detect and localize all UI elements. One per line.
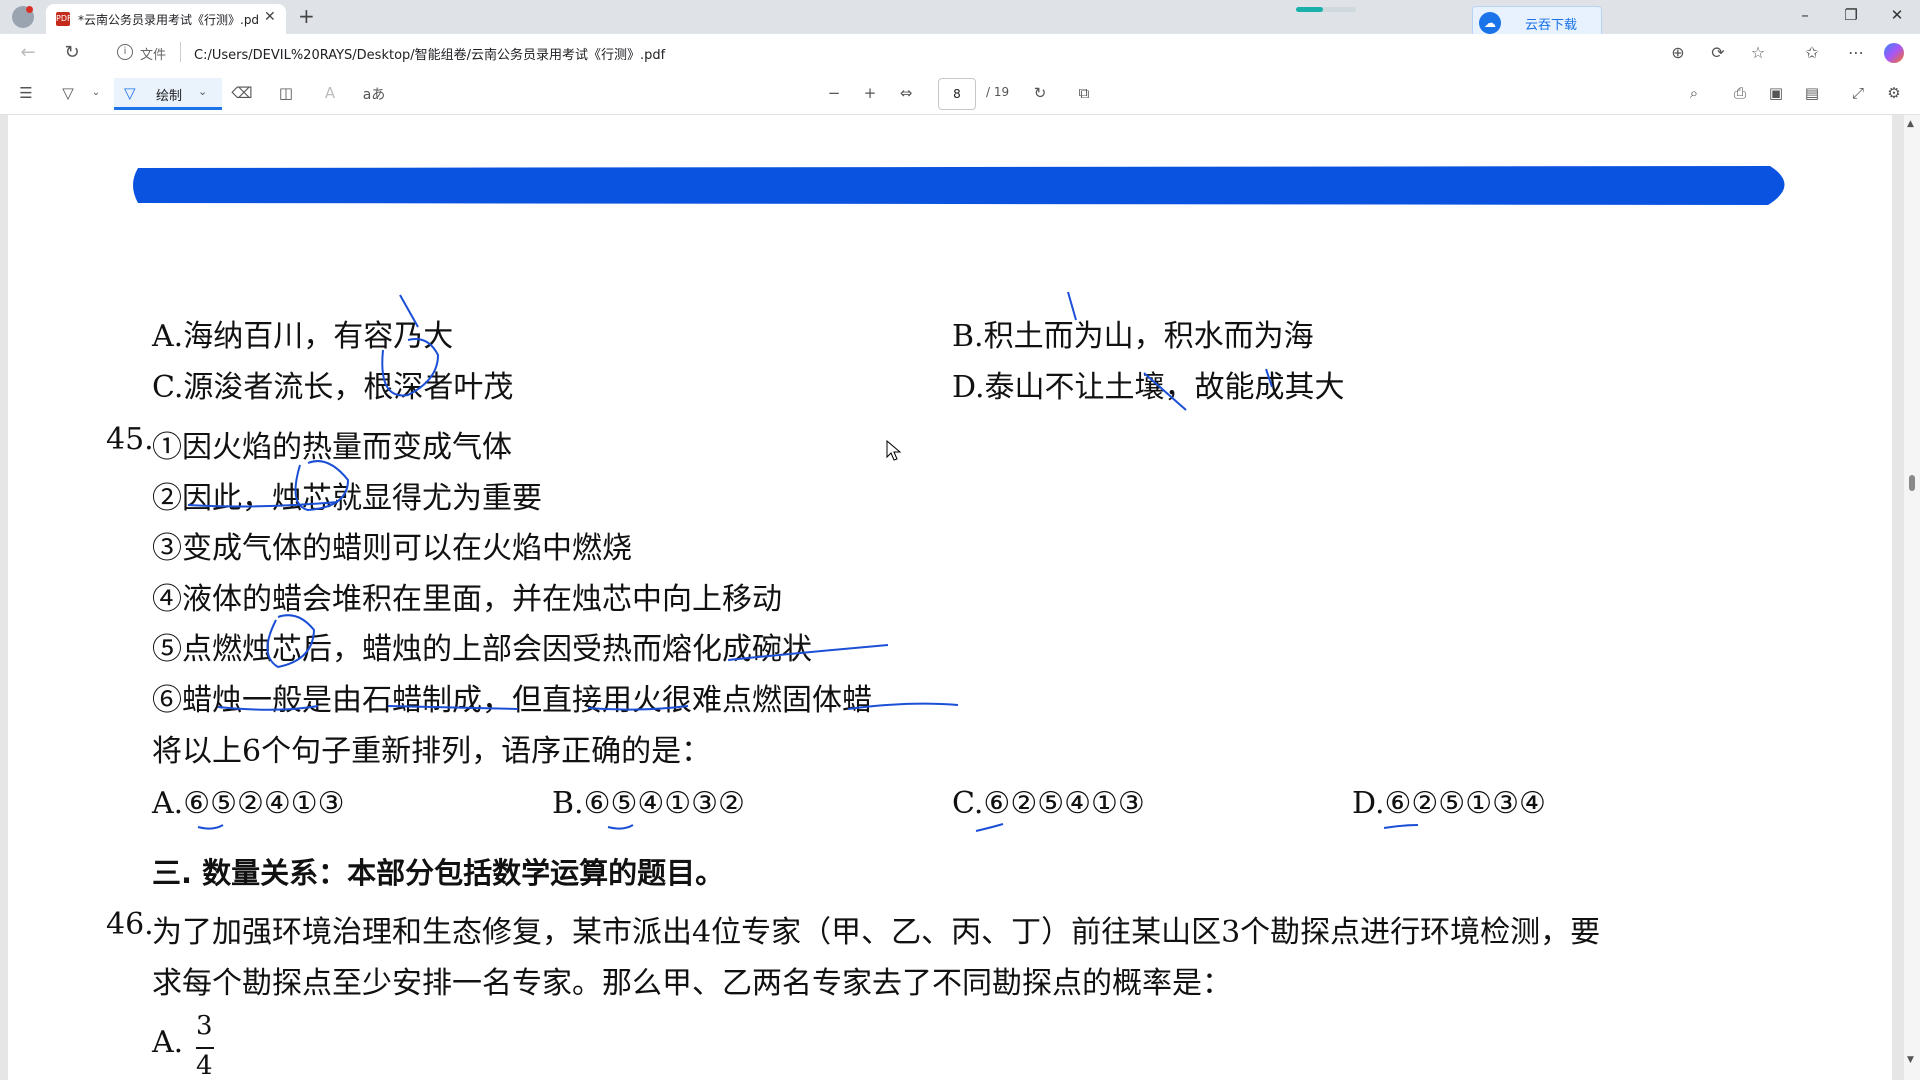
q44-option-d: D.泰山不让土壤，故能成其大	[952, 370, 1345, 405]
page-view-icon[interactable]: ◫	[274, 84, 298, 102]
page-number-input[interactable]: 8	[938, 78, 976, 110]
pdf-page: A.海纳百川，有容乃大 B.积土而为山，积水而为海 C.源浚者流长，根深者叶茂 …	[8, 115, 1892, 1080]
new-tab-button[interactable]: +	[298, 4, 315, 28]
address-bar: ← ↻ i 文件 C:/Users/DEVIL%20RAYS/Desktop/智…	[0, 34, 1920, 75]
q45-option-d: D.⑥②⑤①③④	[1352, 786, 1546, 821]
back-icon[interactable]: ←	[16, 42, 40, 63]
tab-strip: PDF *云南公务员录用考试《行测》.pdf ✕ + ☁ 云吞下载 – ❐ ✕	[0, 0, 1920, 40]
notification-dot	[26, 6, 33, 13]
download-progress-bar	[1296, 7, 1356, 12]
document-viewport[interactable]: A.海纳百川，有容乃大 B.积土而为山，积水而为海 C.源浚者流长，根深者叶茂 …	[0, 115, 1904, 1080]
section-3-heading: 三. 数量关系：本部分包括数学运算的题目。	[152, 856, 725, 890]
mouse-cursor-icon	[886, 440, 902, 461]
fraction-bar	[196, 1047, 214, 1049]
more-icon[interactable]: ⋯	[1844, 43, 1868, 62]
q45-sentence-5: ⑤点燃烛芯后，蜡烛的上部会因受热而熔化成碗状	[152, 632, 812, 667]
q46-line-1: 为了加强环境治理和生态修复，某市派出4位专家（甲、乙、丙、丁）前往某山区3个勘探…	[152, 915, 1601, 950]
page-total: / 19	[986, 85, 1010, 99]
cloud-icon: ☁	[1479, 12, 1501, 34]
search-icon[interactable]: ⌕	[1682, 84, 1706, 102]
draw-button[interactable]: ▽ 绘制 ⌄	[114, 78, 222, 110]
restore-icon[interactable]: ❐	[1836, 6, 1866, 24]
chevron-down-icon[interactable]: ⌄	[198, 85, 207, 98]
tab-title: *云南公务员录用考试《行测》.pdf	[78, 13, 258, 27]
zoom-out-button[interactable]: −	[822, 84, 846, 102]
read-aloud-button[interactable]: aあ	[362, 84, 386, 104]
q45-sentence-6: ⑥蜡烛一般是由石蜡制成，但直接用火很难点燃固体蜡	[152, 683, 872, 718]
zoom-in-button[interactable]: +	[858, 84, 882, 102]
ink-underline	[975, 823, 1004, 832]
info-icon[interactable]: i	[117, 44, 133, 60]
save-icon[interactable]: ▣	[1764, 84, 1788, 102]
pdf-file-icon: PDF	[56, 12, 72, 26]
draw-icon: ▽	[124, 84, 136, 102]
q46-option-a-label: A.	[152, 1025, 184, 1060]
fullscreen-icon[interactable]: ⤢	[1846, 84, 1870, 102]
q45-sentence-1: ①因火焰的热量而变成气体	[152, 430, 512, 465]
ink-underline	[607, 824, 634, 830]
q45-sentence-2: ②因此，烛芯就显得尤为重要	[152, 481, 542, 516]
ink-underline	[197, 824, 224, 830]
contents-icon[interactable]: ☰	[14, 84, 38, 102]
vertical-scrollbar[interactable]: ▲ ▼	[1904, 115, 1920, 1080]
zoom-icon[interactable]: ⊕	[1666, 43, 1690, 62]
scroll-down-icon[interactable]: ▼	[1907, 1055, 1914, 1065]
q45-option-b: B.⑥⑤④①③②	[552, 786, 745, 821]
pdf-toolbar: ☰ ▽ ⌄ ▽ 绘制 ⌄ ⌫ ◫ A aあ − + ⇔ 8 / 19 ↻ ⧉ ⌕…	[0, 74, 1920, 115]
browser-tab[interactable]: PDF *云南公务员录用考试《行测》.pdf ✕	[46, 4, 286, 34]
url-input[interactable]: C:/Users/DEVIL%20RAYS/Desktop/智能组卷/云南公务员…	[194, 44, 665, 63]
q44-option-b: B.积土而为山，积水而为海	[952, 319, 1314, 354]
eraser-icon[interactable]: ⌫	[230, 84, 254, 102]
text-icon[interactable]: A	[318, 84, 342, 102]
fit-width-icon[interactable]: ⇔	[894, 84, 918, 102]
settings-icon[interactable]: ⚙	[1882, 84, 1906, 102]
draw-label: 绘制	[156, 89, 183, 104]
file-scheme-label: 文件	[140, 48, 167, 63]
q44-option-a: A.海纳百川，有容乃大	[152, 319, 454, 354]
q46-option-a-numerator: 3	[196, 1011, 213, 1041]
download-progress-fill	[1296, 7, 1323, 12]
minimize-icon[interactable]: –	[1790, 6, 1820, 24]
q45-prompt: 将以上6个句子重新排列，语序正确的是：	[152, 734, 712, 769]
favorite-icon[interactable]: ☆	[1746, 43, 1770, 62]
q45-sentence-4: ④液体的蜡会堆积在里面，并在烛芯中向上移动	[152, 582, 782, 617]
save-as-icon[interactable]: ▤	[1800, 84, 1824, 102]
highlight-icon[interactable]: ▽	[56, 84, 80, 102]
highlight-chevron-icon[interactable]: ⌄	[84, 87, 108, 98]
copilot-icon[interactable]	[1884, 43, 1904, 63]
q46-number: 46.	[106, 907, 154, 942]
url-divider	[180, 42, 181, 62]
q45-option-c: C.⑥②⑤④①③	[952, 786, 1145, 821]
rotate-icon[interactable]: ↻	[1028, 84, 1052, 102]
read-aloud-icon[interactable]: ⟳	[1706, 43, 1730, 62]
q45-number: 45.	[106, 422, 154, 457]
q44-option-c: C.源浚者流长，根深者叶茂	[152, 370, 514, 405]
q45-option-a: A.⑥⑤②④①③	[152, 786, 345, 821]
cloud-download-label: 云吞下载	[1525, 18, 1578, 33]
print-icon[interactable]: ⎙	[1728, 84, 1752, 102]
q45-sentence-3: ③变成气体的蜡则可以在火焰中燃烧	[152, 531, 632, 566]
tab-close-icon[interactable]: ✕	[264, 9, 276, 25]
ink-underline	[1383, 824, 1419, 829]
scrollbar-thumb[interactable]	[1909, 475, 1915, 491]
redaction-bar	[133, 166, 1785, 205]
q46-line-2: 求每个勘探点至少安排一名专家。那么甲、乙两名专家去了不同勘探点的概率是：	[152, 966, 1232, 1001]
favorites-icon[interactable]: ✩	[1800, 43, 1824, 62]
q46-option-a-denominator: 4	[196, 1051, 213, 1080]
window-close-icon[interactable]: ✕	[1882, 6, 1912, 24]
two-page-icon[interactable]: ⧉	[1072, 84, 1096, 102]
refresh-icon[interactable]: ↻	[60, 42, 84, 63]
scroll-up-icon[interactable]: ▲	[1907, 119, 1914, 129]
